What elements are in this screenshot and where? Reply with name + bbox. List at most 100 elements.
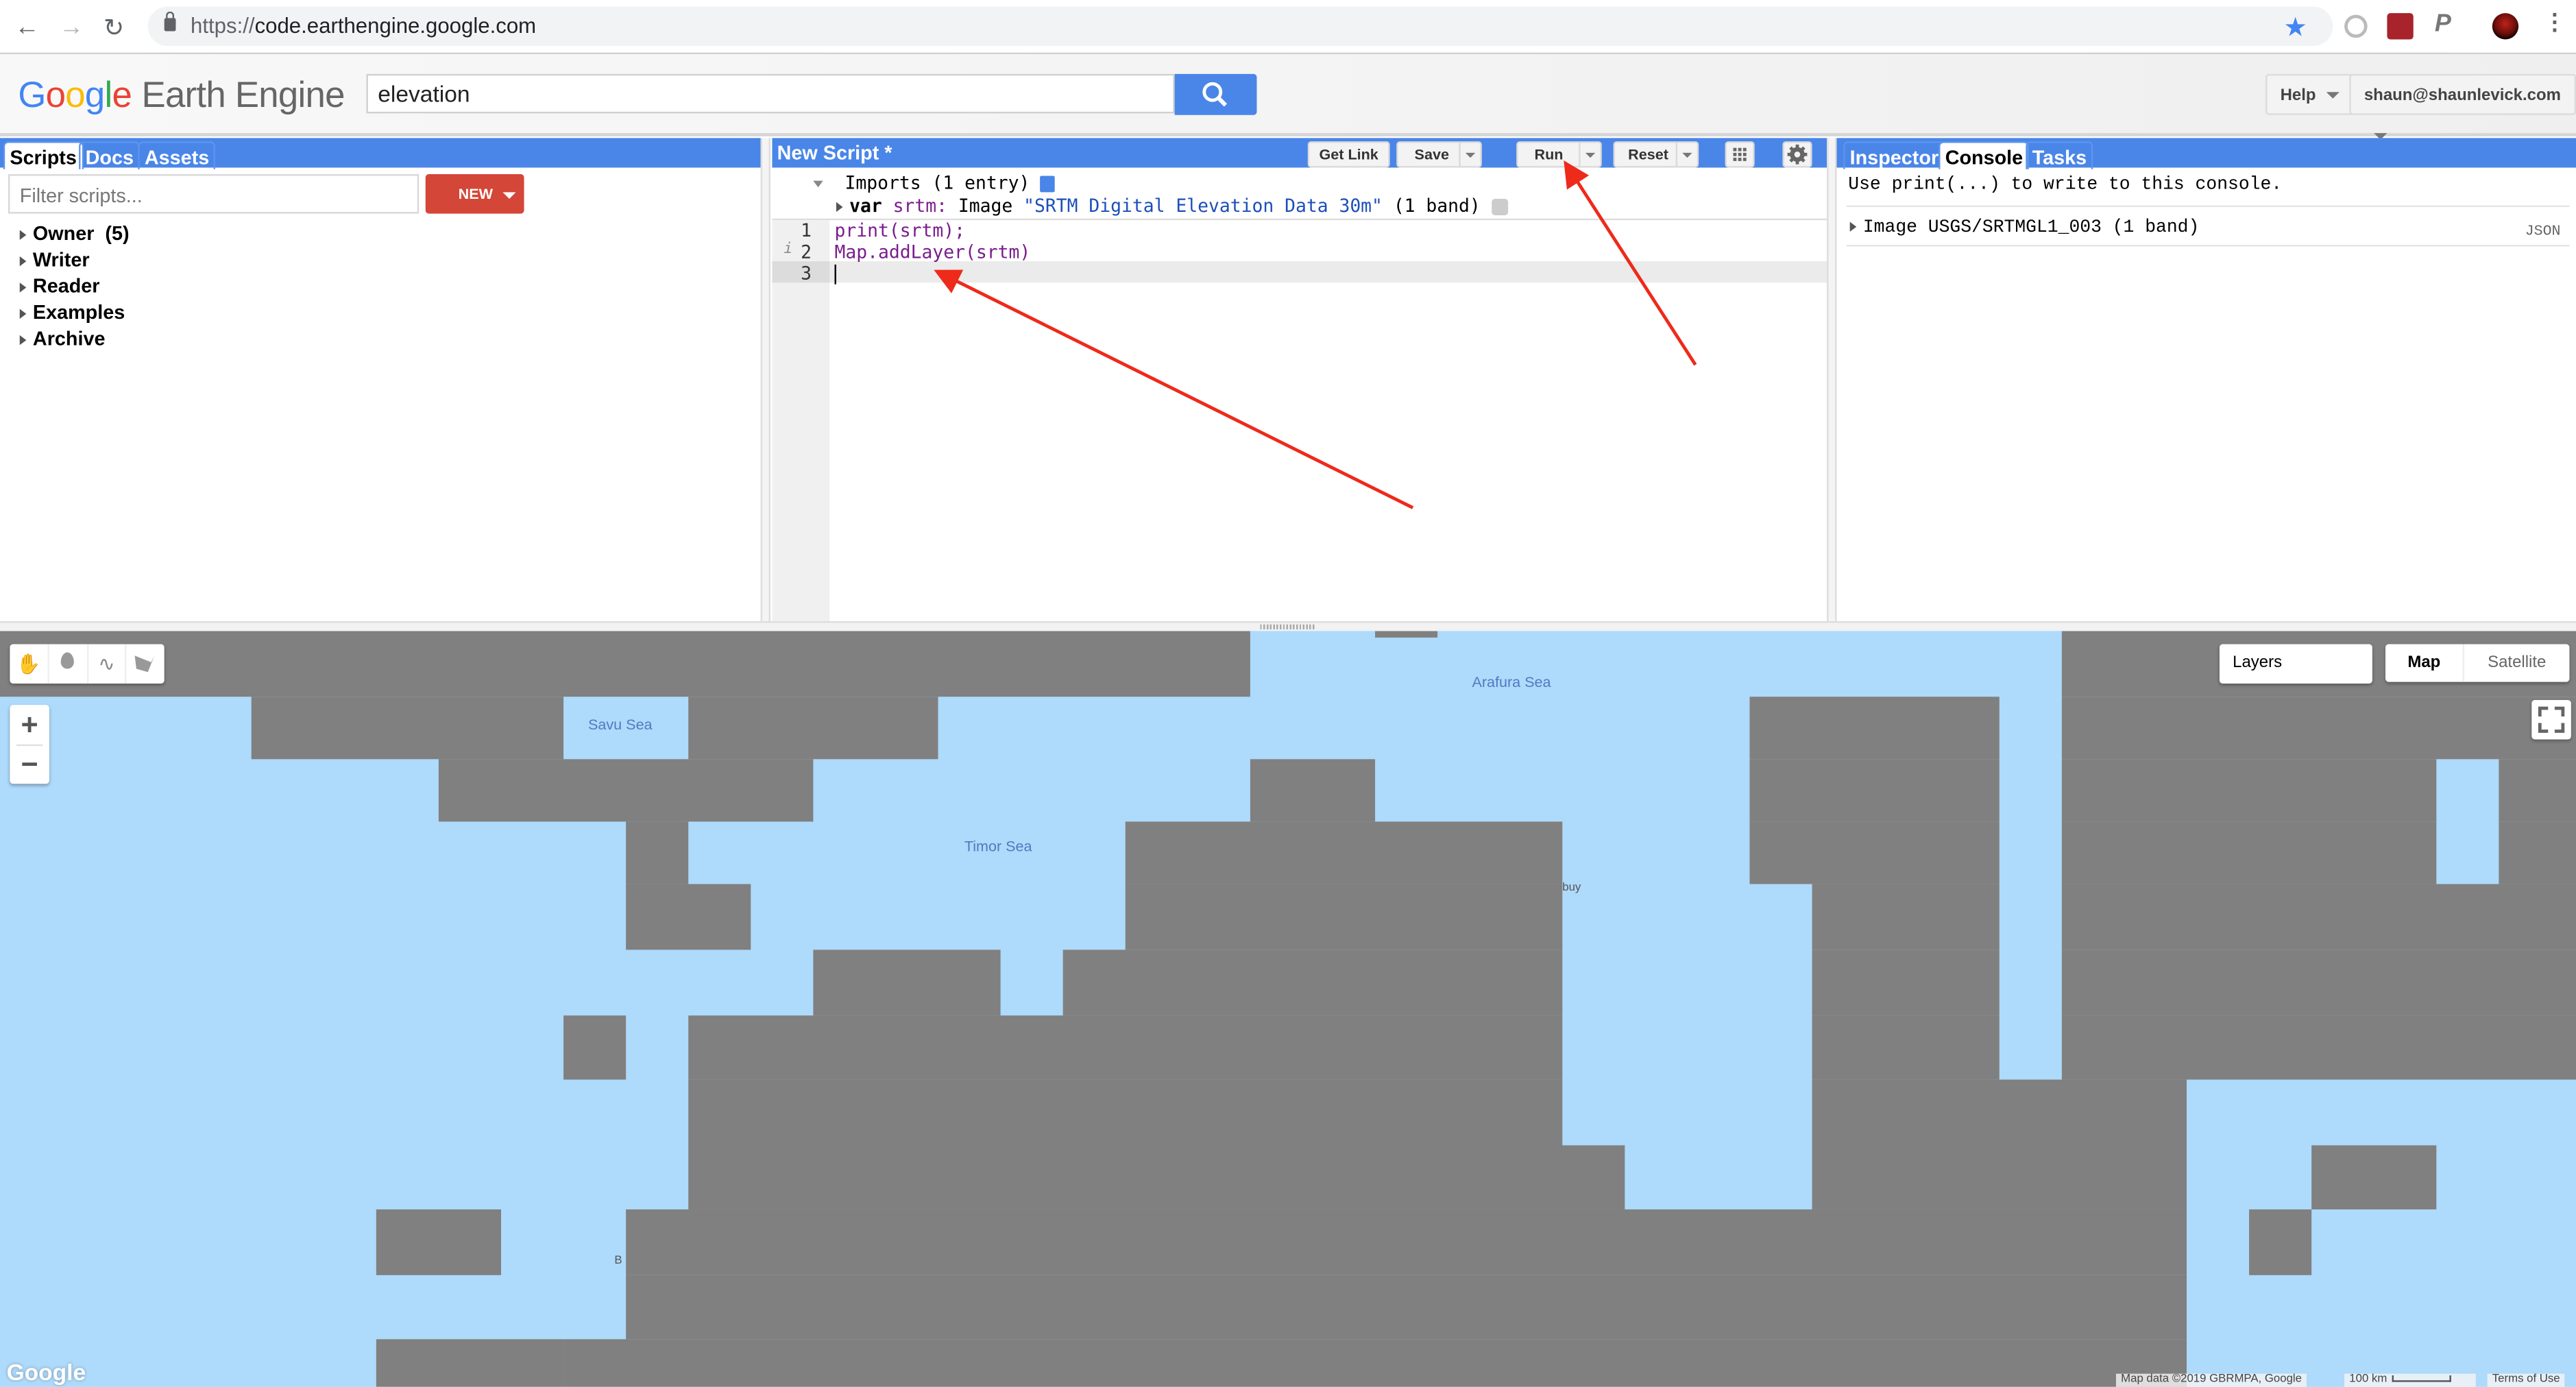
line-icon[interactable]: ∿ [88,644,127,684]
land-tile [2061,759,2437,822]
new-script-button[interactable]: NEW [425,174,524,214]
polygon-icon[interactable] [127,644,165,684]
left-splitter[interactable] [760,138,771,621]
address-bar[interactable]: https://code.earthengine.google.com ★ [147,6,2333,47]
search-button[interactable] [1174,73,1257,115]
point-marker-icon[interactable] [49,644,88,684]
tab-scripts[interactable]: Scripts [3,141,84,169]
account-menu-button[interactable]: shaun@shaunlevick.com [2349,73,2576,141]
json-link[interactable]: JSON [2525,224,2561,240]
left-panel-tabs: Scripts Docs Assets [0,138,761,169]
help-menu-button[interactable]: Help [2265,73,2354,115]
map-splitter[interactable] [0,620,2576,631]
map-label-town: buy [1562,882,1581,894]
tree-item-reader[interactable]: Reader [19,274,99,298]
settings-button[interactable] [1782,141,1812,168]
terms-of-use-link[interactable]: Terms of Use [2487,1373,2565,1387]
imports-header[interactable]: Imports (1 entry) [813,173,1056,194]
save-button[interactable]: Save [1396,141,1482,168]
land-tile [813,950,1001,1016]
imports-text-icon[interactable] [1041,176,1056,193]
reset-dropdown-icon[interactable] [1675,143,1697,167]
get-link-button[interactable]: Get Link [1307,141,1390,168]
map-view[interactable]: Savu Sea Timor Sea Arafura Sea buy B ✋ ∿… [0,631,2576,1387]
land-tile [2061,697,2576,760]
map-label-savu-sea: Savu Sea [588,716,653,733]
map-type-map[interactable]: Map [2385,644,2465,682]
expand-arrow-icon [19,309,27,319]
tree-item-writer[interactable]: Writer [19,248,90,271]
console-divider [1846,205,2570,207]
back-icon[interactable]: ← [15,13,40,41]
text-cursor [834,264,836,285]
land-tile [626,884,751,950]
map-label-arafura-sea: Arafura Sea [1472,673,1551,690]
map-label-town: B [614,1255,622,1267]
search-icon [1202,82,1228,107]
land-tile [2061,1015,2576,1080]
eye-icon[interactable] [1491,199,1508,215]
land-tile [626,1275,2187,1340]
splitter-grip-icon [1260,624,1316,629]
url-text: https://code.earthengine.google.com [191,13,537,38]
tab-docs[interactable]: Docs [79,141,141,169]
bookmark-star-icon[interactable]: ★ [2283,12,2307,45]
tree-item-archive[interactable]: Archive [19,327,105,350]
right-panel-tabs: Inspector Console Tasks [1836,138,2576,169]
land-tile [2061,884,2576,950]
lock-icon [164,11,176,32]
tab-tasks[interactable]: Tasks [2026,141,2093,169]
forward-icon[interactable]: → [59,13,84,41]
p-extension-icon[interactable]: P [2435,10,2461,38]
filter-scripts-input[interactable]: Filter scripts... [8,174,420,214]
zoom-out-button[interactable]: − [10,745,49,784]
map-type-satellite[interactable]: Satellite [2464,644,2569,682]
land-tile [626,1209,2187,1275]
apps-grid-button[interactable] [1725,141,1755,168]
layers-button[interactable]: Layers [2219,644,2372,684]
land-tile [1749,697,2000,760]
import-entry[interactable]: var srtm: Image "SRTM Digital Elevation … [836,195,1508,217]
search-input[interactable]: elevation [366,73,1175,114]
console-panel: Inspector Console Tasks Use print(...) t… [1836,138,2576,621]
land-tile [2311,1145,2437,1209]
reset-button[interactable]: Reset [1613,141,1699,168]
land-tile [688,1015,1563,1080]
google-watermark: Google [6,1359,86,1386]
tab-inspector[interactable]: Inspector [1843,141,1945,169]
fullscreen-icon [2538,706,2565,733]
tab-console[interactable]: Console [1939,141,2030,169]
zoom-in-button[interactable]: + [10,705,49,745]
editor-toolbar: New Script * Get Link Save Run Reset [772,138,1827,168]
map-scale[interactable]: 100 km [2344,1373,2476,1387]
expand-arrow-icon [19,230,27,240]
zoom-control: + − [10,705,49,784]
mendeley-extension-icon[interactable] [2387,13,2414,40]
earth-engine-logo[interactable]: Google Earth Engine [18,74,345,117]
run-button[interactable]: Run [1516,141,1602,168]
land-tile [2249,1209,2312,1275]
land-tile [688,1079,1563,1146]
save-dropdown-icon[interactable] [1459,143,1480,167]
console-entry[interactable]: Image USGS/SRTMGL1_003 (1 band) [1849,219,2199,239]
land-tile [1062,950,1563,1016]
extension-circle-icon[interactable] [2344,14,2368,38]
profile-avatar[interactable] [2492,13,2519,40]
land-tile [1125,821,1563,884]
expand-arrow-icon [19,335,27,345]
collapse-arrow-icon [813,180,823,188]
expand-arrow-icon [19,282,27,293]
run-dropdown-icon[interactable] [1579,143,1600,167]
expand-arrow-icon [1849,221,1857,232]
tab-assets[interactable]: Assets [138,141,216,169]
hand-pan-icon[interactable]: ✋ [10,644,49,684]
map-label-timor-sea: Timor Sea [964,838,1032,855]
tree-item-examples[interactable]: Examples [19,301,125,324]
fullscreen-button[interactable] [2531,699,2571,740]
reload-icon[interactable]: ↻ [104,13,124,43]
tree-item-owner[interactable]: Owner (5) [19,222,130,245]
current-line-highlight [829,261,1827,283]
land-tile [1812,884,2000,950]
chrome-menu-icon[interactable]: ⋮ [2543,8,2569,34]
right-splitter[interactable] [1827,138,1837,621]
